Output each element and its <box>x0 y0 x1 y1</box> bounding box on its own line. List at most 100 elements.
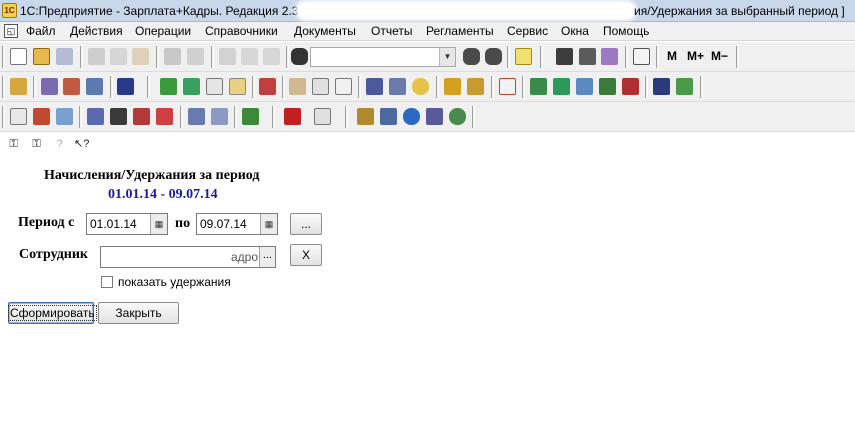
help-question-icon[interactable] <box>515 48 532 65</box>
bar-chart-icon[interactable] <box>87 108 104 125</box>
memory-m-button[interactable]: M <box>667 49 677 63</box>
staff-icon[interactable] <box>63 78 80 95</box>
save-icon[interactable] <box>56 48 73 65</box>
globe-icon[interactable] <box>403 108 420 125</box>
sheet-chart-icon[interactable] <box>110 108 127 125</box>
archive-books-icon[interactable] <box>242 108 259 125</box>
calendar-icon[interactable] <box>579 48 596 65</box>
dashboard-icon[interactable] <box>117 78 134 95</box>
period-from-field[interactable]: 01.01.14 ▦ <box>86 213 168 235</box>
calendar-icon[interactable]: ▦ <box>260 214 277 234</box>
menu-regulations[interactable]: Регламенты <box>426 24 494 38</box>
undo-icon[interactable] <box>241 48 258 65</box>
users-icon[interactable] <box>380 108 397 125</box>
show-deductions-checkbox[interactable] <box>101 276 113 288</box>
paste-icon[interactable] <box>132 48 149 65</box>
menu-windows[interactable]: Окна <box>561 24 589 38</box>
tax-icon[interactable] <box>188 108 205 125</box>
memory-plus-button[interactable]: M+ <box>687 49 704 63</box>
print-icon[interactable] <box>164 48 181 65</box>
lock-tree-icon[interactable]: ⚿ <box>6 137 21 152</box>
chart-line-icon[interactable] <box>56 108 73 125</box>
books-green-icon[interactable] <box>530 78 547 95</box>
delete-icon[interactable] <box>622 78 639 95</box>
app-logo-icon[interactable]: 1С <box>2 3 17 18</box>
employee-clear-button[interactable]: X <box>290 244 322 266</box>
redo-icon[interactable] <box>263 48 280 65</box>
statement-icon[interactable] <box>211 108 228 125</box>
cut-icon[interactable] <box>88 48 105 65</box>
memory-minus-button[interactable]: M− <box>711 49 728 63</box>
case-icon[interactable] <box>599 78 616 95</box>
library-icon[interactable] <box>676 78 693 95</box>
toolbar-separator <box>156 46 159 68</box>
search-combo[interactable]: ▼ <box>310 47 456 67</box>
people-icon[interactable] <box>553 78 570 95</box>
close-button[interactable]: Закрыть <box>98 302 179 324</box>
employees-icon[interactable] <box>41 78 58 95</box>
page-icon[interactable] <box>10 108 27 125</box>
print-preview-icon[interactable] <box>187 48 204 65</box>
menu-documents[interactable]: Документы <box>294 24 356 38</box>
menu-service[interactable]: Сервис <box>507 24 548 38</box>
menu-operations[interactable]: Операции <box>135 24 191 38</box>
chevron-down-icon[interactable]: ▼ <box>439 48 455 66</box>
menu-actions[interactable]: Действия <box>70 24 123 38</box>
toolbar-grip[interactable] <box>2 106 5 128</box>
find-prev-icon[interactable] <box>485 48 502 65</box>
transfer-icon[interactable] <box>183 78 200 95</box>
generate-button[interactable]: Сформировать <box>8 302 97 324</box>
employee-select-button[interactable]: ... <box>259 247 275 267</box>
calendar-icon[interactable]: ▦ <box>150 214 167 234</box>
calculator-icon[interactable] <box>556 48 573 65</box>
open-folder-icon[interactable] <box>33 48 50 65</box>
what-is-this-icon[interactable]: ↖? <box>74 137 89 152</box>
copy-document-icon[interactable] <box>335 78 352 95</box>
settings-wheel-icon[interactable] <box>449 108 466 125</box>
checklist-icon[interactable] <box>312 78 329 95</box>
payment-icon[interactable] <box>444 78 461 95</box>
employee-field[interactable]: адро ... <box>100 246 276 268</box>
percent-icon[interactable] <box>259 78 276 95</box>
toolbar-grip[interactable] <box>2 46 5 68</box>
text-editor-icon[interactable] <box>601 48 618 65</box>
menu-directories[interactable]: Справочники <box>205 24 278 38</box>
fast-forward-icon[interactable] <box>284 108 301 125</box>
report-list-icon[interactable] <box>389 78 406 95</box>
run-report-icon[interactable] <box>314 108 331 125</box>
pie-chart-icon[interactable] <box>156 108 173 125</box>
table-icon[interactable] <box>426 108 443 125</box>
form-toolbar: ⚿ ⚿ ? ↖? <box>0 133 855 155</box>
positions-icon[interactable] <box>86 78 103 95</box>
export-icon[interactable] <box>133 108 150 125</box>
menu-file[interactable]: Файл <box>26 24 56 38</box>
smiley-icon[interactable] <box>412 78 429 95</box>
menu-help[interactable]: Помощь <box>603 24 649 38</box>
question-doc-icon[interactable]: ? <box>52 137 67 152</box>
window-title-tail: ия/Удержания за выбранный период ] <box>634 4 845 18</box>
menu-reports[interactable]: Отчеты <box>371 24 412 38</box>
accrual-icon[interactable] <box>160 78 177 95</box>
unlock-tree-icon[interactable]: ⚿ <box>29 137 44 152</box>
new-document-icon[interactable] <box>10 48 27 65</box>
select-all-icon[interactable] <box>219 48 236 65</box>
binoculars-icon[interactable] <box>291 48 308 65</box>
timesheet-icon[interactable] <box>229 78 246 95</box>
payment-list-icon[interactable] <box>467 78 484 95</box>
report-book-icon[interactable] <box>366 78 383 95</box>
toolbar-grip[interactable] <box>2 76 5 98</box>
window-system-icon[interactable]: ◱ <box>4 24 18 38</box>
tools-icon[interactable] <box>576 78 593 95</box>
find-next-icon[interactable] <box>463 48 480 65</box>
period-to-field[interactable]: 09.07.14 ▦ <box>196 213 278 235</box>
cancel-document-icon[interactable] <box>499 78 516 95</box>
copy-icon[interactable] <box>110 48 127 65</box>
hire-document-icon[interactable] <box>10 78 27 95</box>
network-icon[interactable] <box>357 108 374 125</box>
edit-document-icon[interactable] <box>289 78 306 95</box>
report-card-icon[interactable] <box>33 108 50 125</box>
pen-icon[interactable] <box>653 78 670 95</box>
book-icon[interactable] <box>633 48 650 65</box>
sheet-icon[interactable] <box>206 78 223 95</box>
period-select-button[interactable]: ... <box>290 213 322 235</box>
